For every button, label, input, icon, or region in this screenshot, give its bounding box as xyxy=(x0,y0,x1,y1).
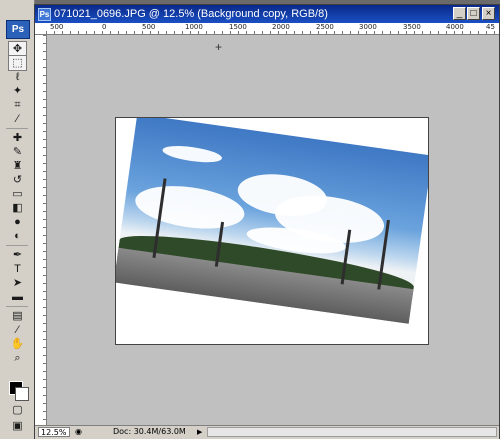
hand-tool-icon[interactable]: ✋ xyxy=(9,337,26,351)
ruler-label: 500 xyxy=(50,23,64,31)
marquee-tool-icon[interactable]: ⬚ xyxy=(8,55,27,71)
ruler-label: 1000 xyxy=(185,23,203,31)
ruler-label: 3500 xyxy=(403,23,421,31)
photoshop-logo[interactable]: Ps xyxy=(6,20,30,39)
status-menu-arrow-icon[interactable]: ▶ xyxy=(197,427,202,437)
lasso-tool-icon[interactable]: ℓ xyxy=(9,70,26,84)
document-icon: Ps xyxy=(38,8,51,21)
maximize-button[interactable]: □ xyxy=(467,7,480,20)
ruler-label: 3000 xyxy=(359,23,377,31)
crop-tool-icon[interactable]: ⌗ xyxy=(9,98,26,112)
ruler-label: 4000 xyxy=(446,23,464,31)
gradient-tool-icon[interactable]: ◧ xyxy=(9,201,26,215)
brush-tool-icon[interactable]: ✎ xyxy=(9,145,26,159)
clone-stamp-tool-icon[interactable]: ♜ xyxy=(9,159,26,173)
ruler-label: 500 xyxy=(142,23,156,31)
document-title-bar[interactable]: Ps 071021_0696.JPG @ 12.5% (Background c… xyxy=(35,5,499,23)
dodge-tool-icon[interactable]: ◐ xyxy=(9,229,26,243)
shape-tool-icon[interactable]: ▬ xyxy=(9,290,26,304)
zoom-tool-icon[interactable]: ⌕ xyxy=(9,351,26,365)
pen-tool-icon[interactable]: ✒ xyxy=(9,248,26,262)
history-brush-tool-icon[interactable]: ↺ xyxy=(9,173,26,187)
document-window: Ps 071021_0696.JPG @ 12.5% (Background c… xyxy=(34,4,500,439)
move-tool-icon[interactable]: ✥ xyxy=(8,41,27,57)
rotated-road-photo xyxy=(116,118,428,324)
notes-tool-icon[interactable]: ▤ xyxy=(9,309,26,323)
eraser-tool-icon[interactable]: ▭ xyxy=(9,187,26,201)
ruler-label: 45 xyxy=(486,23,495,31)
ruler-label: 2500 xyxy=(316,23,334,31)
healing-brush-tool-icon[interactable]: ✚ xyxy=(9,131,26,145)
zoom-level-field[interactable]: 12.5% xyxy=(38,427,70,437)
tools-palette: Ps ✥ ⬚ ℓ ✦ ⌗ ∕ ✚ ✎ ♜ ↺ ▭ ◧ ● ◐ ✒ T ➤ ▬ ▤… xyxy=(0,0,35,439)
background-color-swatch[interactable] xyxy=(15,387,29,401)
horizontal-ruler[interactable]: 500 0 500 1000 1500 2000 2500 3000 3500 … xyxy=(46,23,499,35)
path-selection-tool-icon[interactable]: ➤ xyxy=(9,276,26,290)
type-tool-icon[interactable]: T xyxy=(9,262,26,276)
magic-wand-tool-icon[interactable]: ✦ xyxy=(9,84,26,98)
image-canvas[interactable] xyxy=(115,117,429,345)
tool-separator xyxy=(6,245,28,246)
cloud xyxy=(132,179,248,235)
document-info[interactable]: Doc: 30.4M/63.0M xyxy=(113,427,186,437)
blur-tool-icon[interactable]: ● xyxy=(9,215,26,229)
cloud xyxy=(161,143,223,166)
minimize-button[interactable]: _ xyxy=(453,7,466,20)
horizontal-scrollbar[interactable] xyxy=(207,427,497,437)
vertical-ruler[interactable] xyxy=(35,35,47,425)
ruler-label: 0 xyxy=(102,23,107,31)
canvas-area[interactable]: + xyxy=(47,35,499,425)
ruler-label: 2000 xyxy=(272,23,290,31)
tool-separator xyxy=(6,128,28,129)
close-button[interactable]: × xyxy=(482,7,495,20)
slice-tool-icon[interactable]: ∕ xyxy=(9,112,26,126)
tool-separator xyxy=(6,306,28,307)
document-title: 071021_0696.JPG @ 12.5% (Background copy… xyxy=(54,8,328,20)
ruler-label: 1500 xyxy=(229,23,247,31)
status-bar: 12.5% ◉ Doc: 30.4M/63.0M ▶ xyxy=(35,425,499,439)
eyedropper-tool-icon[interactable]: ⁄ xyxy=(9,323,26,337)
crosshair-cursor-icon: + xyxy=(215,40,223,54)
status-icon[interactable]: ◉ xyxy=(75,427,82,437)
quick-mask-icon[interactable]: ▢ xyxy=(9,403,26,417)
screen-mode-icon[interactable]: ▣ xyxy=(9,419,26,433)
